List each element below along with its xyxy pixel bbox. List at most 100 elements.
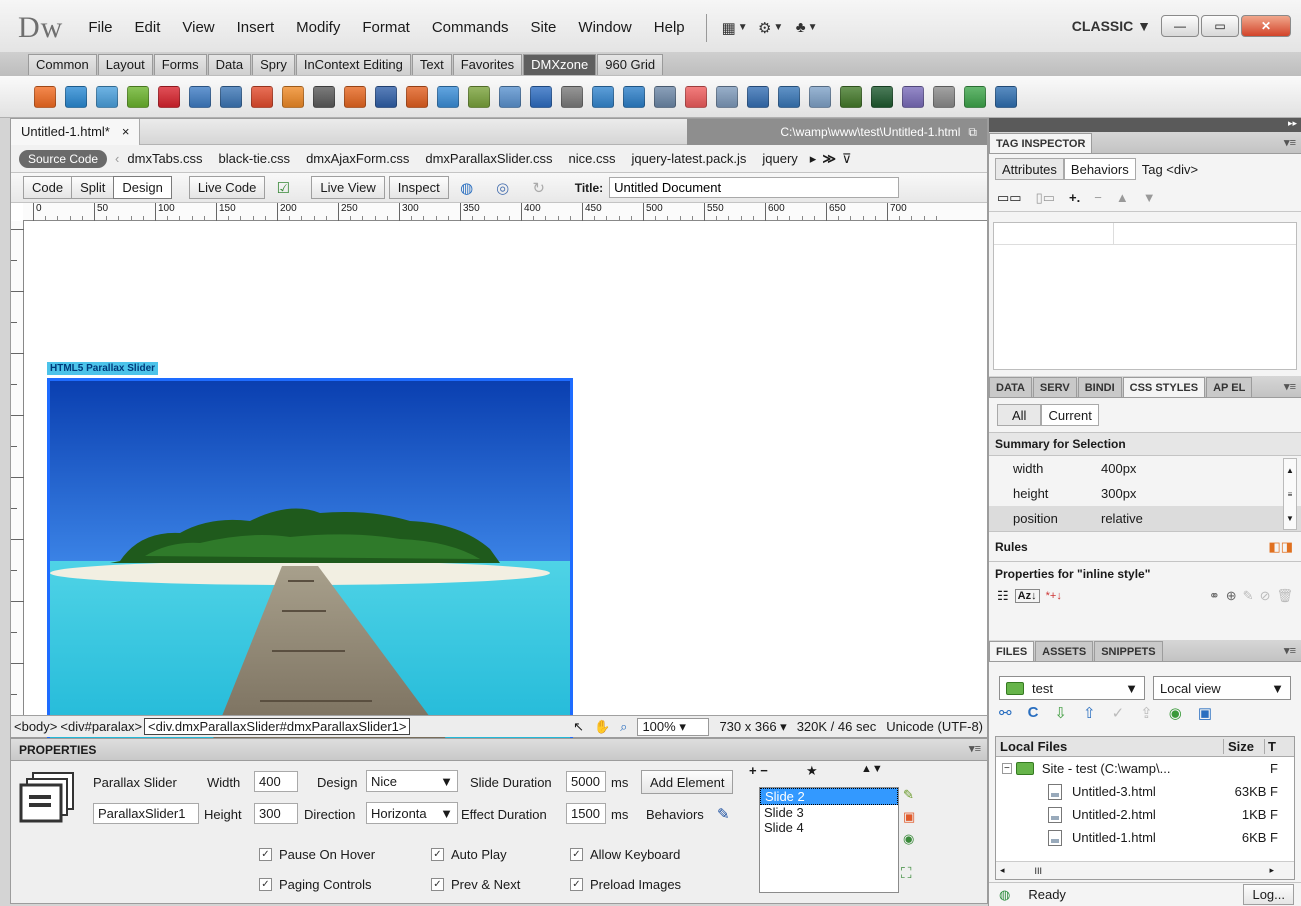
insert-object-icon[interactable] bbox=[282, 85, 304, 108]
insert-tab-text[interactable]: Text bbox=[411, 53, 452, 75]
visual-aids-icon[interactable]: ◎ bbox=[489, 176, 517, 200]
insert-tab-spry[interactable]: Spry bbox=[252, 53, 295, 75]
sync-icon[interactable]: ◉ bbox=[1169, 704, 1182, 722]
file-row[interactable]: Untitled-1.html 6KB F bbox=[996, 826, 1294, 849]
insert-object-icon[interactable] bbox=[778, 85, 800, 108]
menu-site[interactable]: Site bbox=[520, 19, 568, 36]
refresh-icon[interactable]: ↻ bbox=[525, 176, 553, 200]
move-down-icon[interactable]: ▼ bbox=[1143, 190, 1156, 205]
log-button[interactable]: Log... bbox=[1243, 884, 1294, 905]
insert-object-icon[interactable] bbox=[189, 85, 211, 108]
css-property-row[interactable]: height 300px bbox=[989, 481, 1301, 506]
menu-modify[interactable]: Modify bbox=[285, 19, 351, 36]
related-file-link[interactable]: jquery bbox=[754, 151, 805, 166]
close-tab-icon[interactable]: × bbox=[122, 124, 130, 139]
inspect-button[interactable]: Inspect bbox=[388, 176, 449, 199]
scrollbar[interactable]: ▲ ≡ ▼ bbox=[1283, 458, 1297, 530]
insert-object-icon[interactable] bbox=[902, 85, 924, 108]
design-view-button[interactable]: Design bbox=[113, 176, 172, 199]
auto-play-checkbox[interactable]: ✓ Auto Play bbox=[431, 847, 507, 862]
insert-object-icon[interactable] bbox=[530, 85, 552, 108]
insert-tab-favorites[interactable]: Favorites bbox=[452, 53, 523, 75]
insert-tab-incontext-editing[interactable]: InContext Editing bbox=[295, 53, 411, 75]
edit-slide-icon[interactable]: ✎ bbox=[903, 787, 914, 803]
direction-select[interactable]: Horizonta ▼ bbox=[366, 802, 458, 824]
new-rule-icon[interactable]: ⊕ bbox=[1226, 588, 1237, 604]
attributes-tab[interactable]: Attributes bbox=[995, 158, 1064, 180]
insert-object-icon[interactable] bbox=[561, 85, 583, 108]
panel-collapse-bar[interactable]: ▸▸ bbox=[989, 118, 1301, 132]
menu-insert[interactable]: Insert bbox=[226, 19, 286, 36]
insert-tab-forms[interactable]: Forms bbox=[153, 53, 207, 75]
menu-help[interactable]: Help bbox=[643, 19, 696, 36]
source-code-button[interactable]: Source Code bbox=[19, 149, 108, 168]
insert-object-icon[interactable] bbox=[623, 85, 645, 108]
snippets-tab[interactable]: SNIPPETS bbox=[1094, 641, 1163, 661]
insert-object-icon[interactable] bbox=[34, 85, 56, 108]
window-size-select[interactable]: 730 x 366 ▾ bbox=[719, 719, 786, 735]
current-mode-button[interactable]: Current bbox=[1041, 404, 1099, 426]
split-view-button[interactable]: Split bbox=[71, 176, 115, 199]
add-remove-slide-buttons[interactable]: + − bbox=[749, 763, 768, 778]
restore-window-icon[interactable]: ⧉ bbox=[968, 125, 977, 140]
check-in-icon[interactable]: ⇪ bbox=[1140, 704, 1153, 722]
insert-object-icon[interactable] bbox=[716, 85, 738, 108]
slide-item[interactable]: Slide 3 bbox=[760, 805, 898, 820]
select-tool-icon[interactable]: ↖ bbox=[573, 719, 584, 735]
tag-div-slider[interactable]: <div.dmxParallaxSlider#dmxParallaxSlider… bbox=[144, 718, 411, 735]
insert-object-icon[interactable] bbox=[871, 85, 893, 108]
expand-icon[interactable]: ▣ bbox=[1198, 704, 1212, 722]
ap-elements-tab[interactable]: AP EL bbox=[1206, 377, 1253, 397]
insert-object-icon[interactable] bbox=[964, 85, 986, 108]
related-file-link[interactable]: nice.css bbox=[561, 151, 624, 166]
design-select[interactable]: Nice ▼ bbox=[366, 770, 458, 792]
slide-item[interactable]: Slide 4 bbox=[760, 820, 898, 835]
insert-object-icon[interactable] bbox=[995, 85, 1017, 108]
insert-object-icon[interactable] bbox=[685, 85, 707, 108]
insert-object-icon[interactable] bbox=[344, 85, 366, 108]
fullscreen-icon[interactable]: ⛶ bbox=[901, 865, 912, 882]
panel-menu-icon[interactable]: ▾≡ bbox=[969, 742, 981, 755]
menu-commands[interactable]: Commands bbox=[421, 19, 520, 36]
check-browser-icon[interactable]: ☑ bbox=[269, 176, 297, 200]
menu-view[interactable]: View bbox=[171, 19, 225, 36]
scroll-right-icon[interactable]: ▸ bbox=[810, 151, 817, 167]
insert-object-icon[interactable] bbox=[840, 85, 862, 108]
insert-tab-layout[interactable]: Layout bbox=[97, 53, 153, 75]
insert-object-icon[interactable] bbox=[499, 85, 521, 108]
behaviors-list[interactable] bbox=[993, 222, 1297, 370]
insert-object-icon[interactable] bbox=[468, 85, 490, 108]
check-out-icon[interactable]: ✓ bbox=[1112, 704, 1125, 722]
slider-tab-label[interactable]: HTML5 Parallax Slider bbox=[47, 362, 159, 375]
css-property-row[interactable]: width 400px bbox=[989, 456, 1301, 481]
alpha-sort-icon[interactable]: Az↓ bbox=[1014, 589, 1040, 603]
site-sitemap-icon[interactable]: ♣ ▼ bbox=[793, 16, 821, 40]
widget-id-field[interactable]: ParallaxSlider1 bbox=[93, 803, 199, 824]
css-property-row[interactable]: position relative bbox=[989, 506, 1301, 531]
tag-inspector-tab[interactable]: TAG INSPECTOR bbox=[989, 133, 1093, 153]
insert-object-icon[interactable] bbox=[654, 85, 676, 108]
tag-body[interactable]: <body> bbox=[14, 719, 57, 734]
remove-behavior-icon[interactable]: − bbox=[1094, 190, 1102, 205]
file-row[interactable]: Untitled-3.html 63KB F bbox=[996, 780, 1294, 803]
insert-tab-data[interactable]: Data bbox=[207, 53, 252, 75]
insert-object-icon[interactable] bbox=[220, 85, 242, 108]
insert-tab-dmxzone[interactable]: DMXzone bbox=[523, 53, 597, 75]
show-all-events-icon[interactable]: ▯▭ bbox=[1036, 190, 1055, 206]
insert-object-icon[interactable] bbox=[158, 85, 180, 108]
related-file-link[interactable]: dmxAjaxForm.css bbox=[298, 151, 417, 166]
hand-tool-icon[interactable]: ✋ bbox=[594, 719, 610, 735]
move-slide-arrows[interactable]: ▲▼ bbox=[861, 763, 883, 775]
prev-next-checkbox[interactable]: ✓ Prev & Next bbox=[431, 877, 520, 892]
layout-icon[interactable]: ▦ ▼ bbox=[721, 16, 749, 40]
default-slide-star-icon[interactable]: ★ bbox=[806, 763, 818, 779]
more-files-icon[interactable]: ≫ bbox=[822, 151, 836, 167]
col-type[interactable]: T bbox=[1264, 739, 1276, 754]
width-input[interactable]: 400 bbox=[254, 771, 298, 792]
close-button[interactable]: ✕ bbox=[1241, 15, 1291, 37]
put-files-icon[interactable]: ⇧ bbox=[1083, 704, 1096, 722]
category-view-icon[interactable]: ☷ bbox=[997, 588, 1009, 604]
refresh-files-icon[interactable]: C bbox=[1028, 704, 1039, 722]
zoom-select[interactable]: 100% ▾ bbox=[637, 717, 710, 736]
insert-tab-960-grid[interactable]: 960 Grid bbox=[597, 53, 664, 75]
